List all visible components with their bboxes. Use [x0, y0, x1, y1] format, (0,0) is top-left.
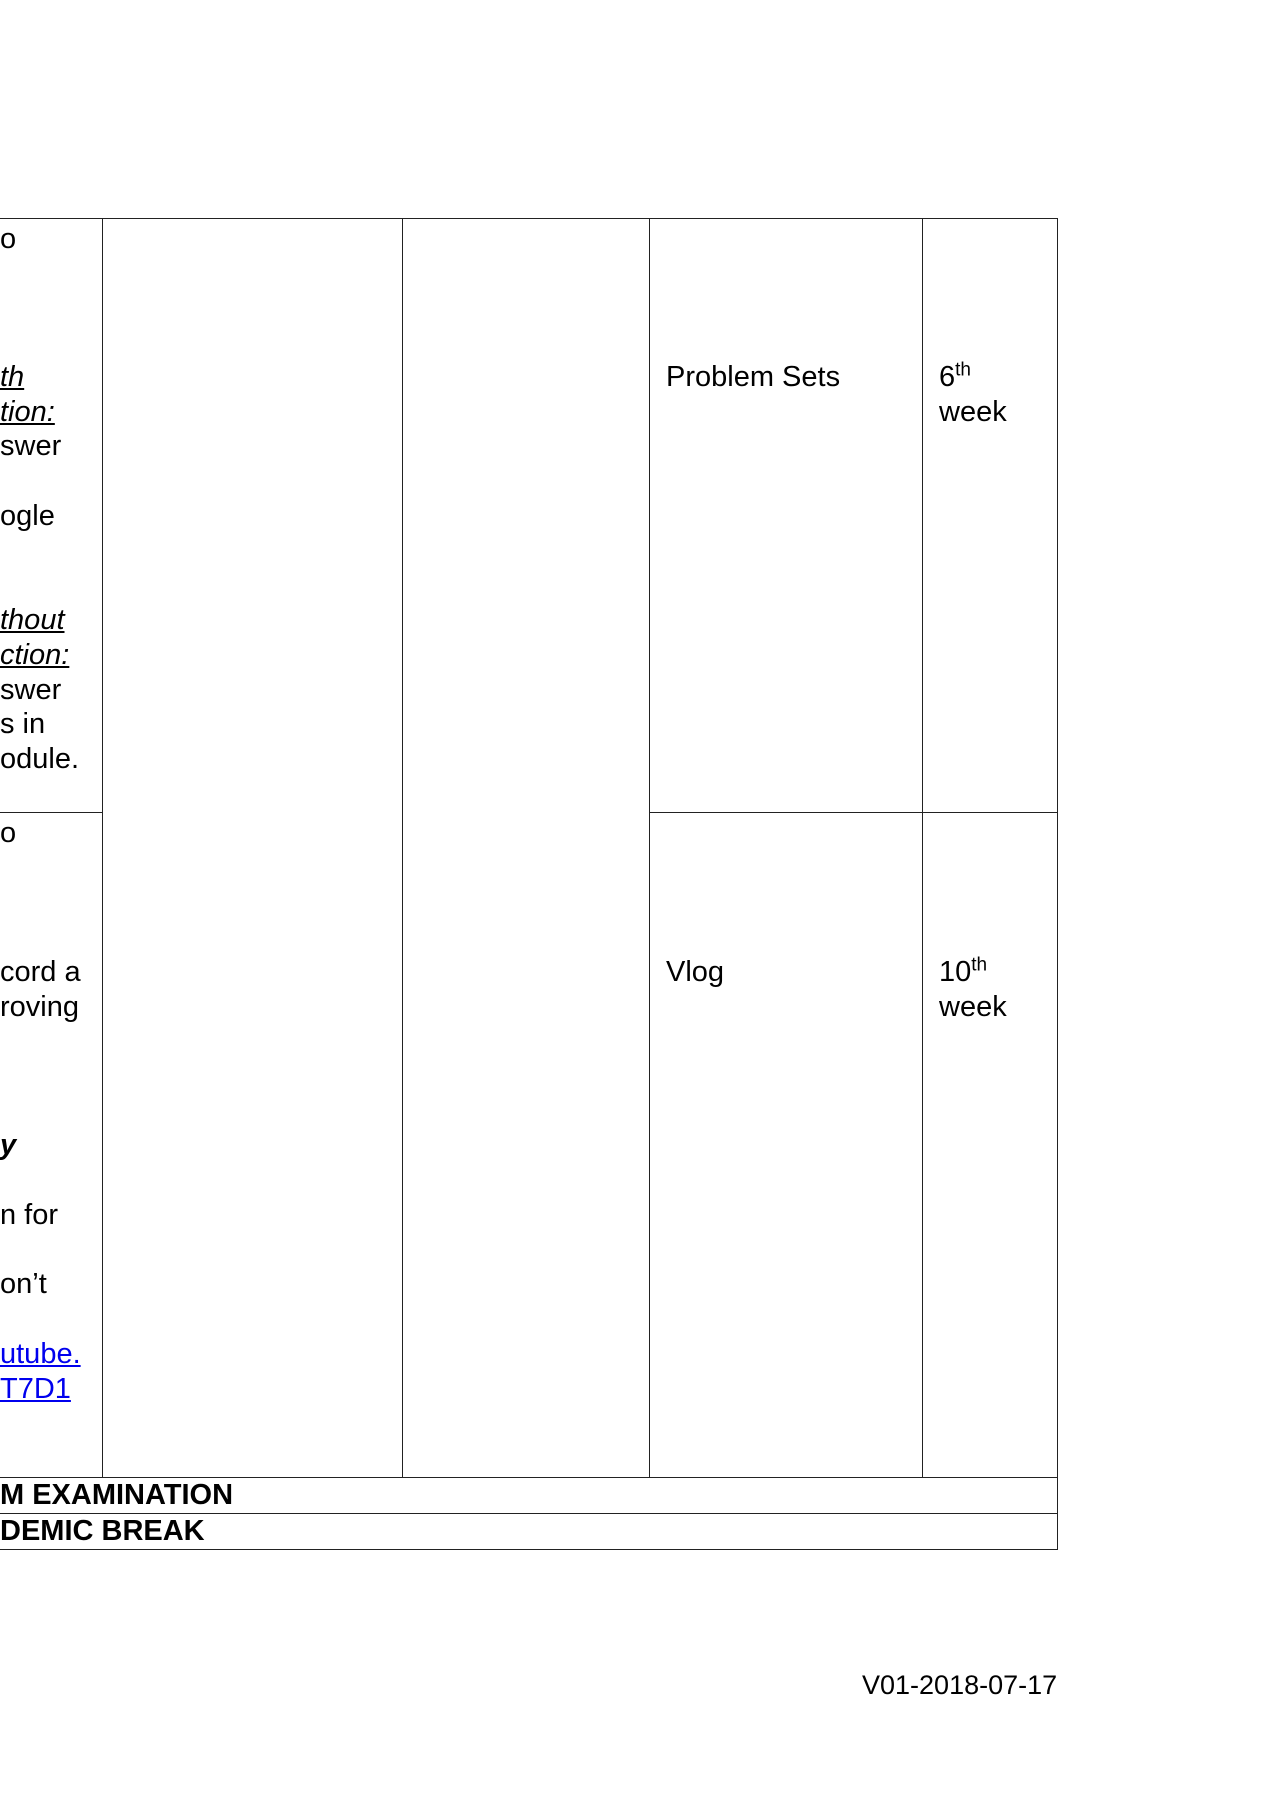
row1-desc-line: ction:	[0, 639, 70, 671]
table-border-col1-right	[102, 218, 103, 1478]
table-border-row1-bottom-left	[0, 812, 103, 813]
table-border-top	[0, 218, 1058, 219]
row1-activity: Problem Sets	[666, 361, 841, 393]
row1-schedule: 6th week	[939, 360, 1007, 429]
row1-desc-line: ogle	[0, 500, 55, 532]
youtube-link-fragment[interactable]: T7D1	[0, 1372, 71, 1407]
row1-desc-line: o	[0, 223, 17, 255]
table-border-col3-right	[649, 218, 650, 1478]
row2-week-number: 10	[939, 956, 972, 988]
row2-desc-line: y	[0, 1129, 17, 1161]
youtube-link-fragment[interactable]: utube.	[0, 1337, 81, 1372]
row2-desc-line: o	[0, 817, 17, 849]
row2-activity: Vlog	[666, 956, 725, 988]
table-border-right	[1057, 218, 1058, 1550]
row1-week-number: 6	[939, 361, 956, 393]
row1-week-word: week	[939, 395, 1007, 428]
table-border-col4-right	[922, 218, 923, 1478]
row1-desc-line: s in	[0, 708, 46, 740]
midterm-examination-row: M EXAMINATION	[0, 1479, 234, 1511]
row1-week-suffix: th	[955, 359, 971, 381]
table-border-row1-bottom-right	[649, 812, 1058, 813]
row1-desc-line: swer	[0, 674, 62, 706]
row1-desc-line: tion:	[0, 396, 55, 428]
row2-desc-line: roving	[0, 991, 79, 1023]
row2-desc-line: cord a	[0, 956, 81, 988]
table-border-bottom	[0, 1549, 1058, 1550]
row2-schedule: 10th week	[939, 955, 1007, 1024]
row1-desc-line: swer	[0, 430, 62, 462]
row2-week-suffix: th	[971, 954, 988, 976]
row1-desc-line: th	[0, 361, 25, 393]
table-border-col2-right	[402, 218, 403, 1478]
row2-desc-line: n for	[0, 1199, 59, 1231]
document-version: V01-2018-07-17	[862, 1670, 1058, 1700]
row2-week-word: week	[939, 990, 1007, 1023]
row2-desc-line: on’t	[0, 1268, 47, 1300]
row1-desc-line: thout	[0, 604, 65, 636]
academic-break-row: DEMIC BREAK	[0, 1515, 205, 1547]
row1-desc-line: odule.	[0, 743, 80, 775]
